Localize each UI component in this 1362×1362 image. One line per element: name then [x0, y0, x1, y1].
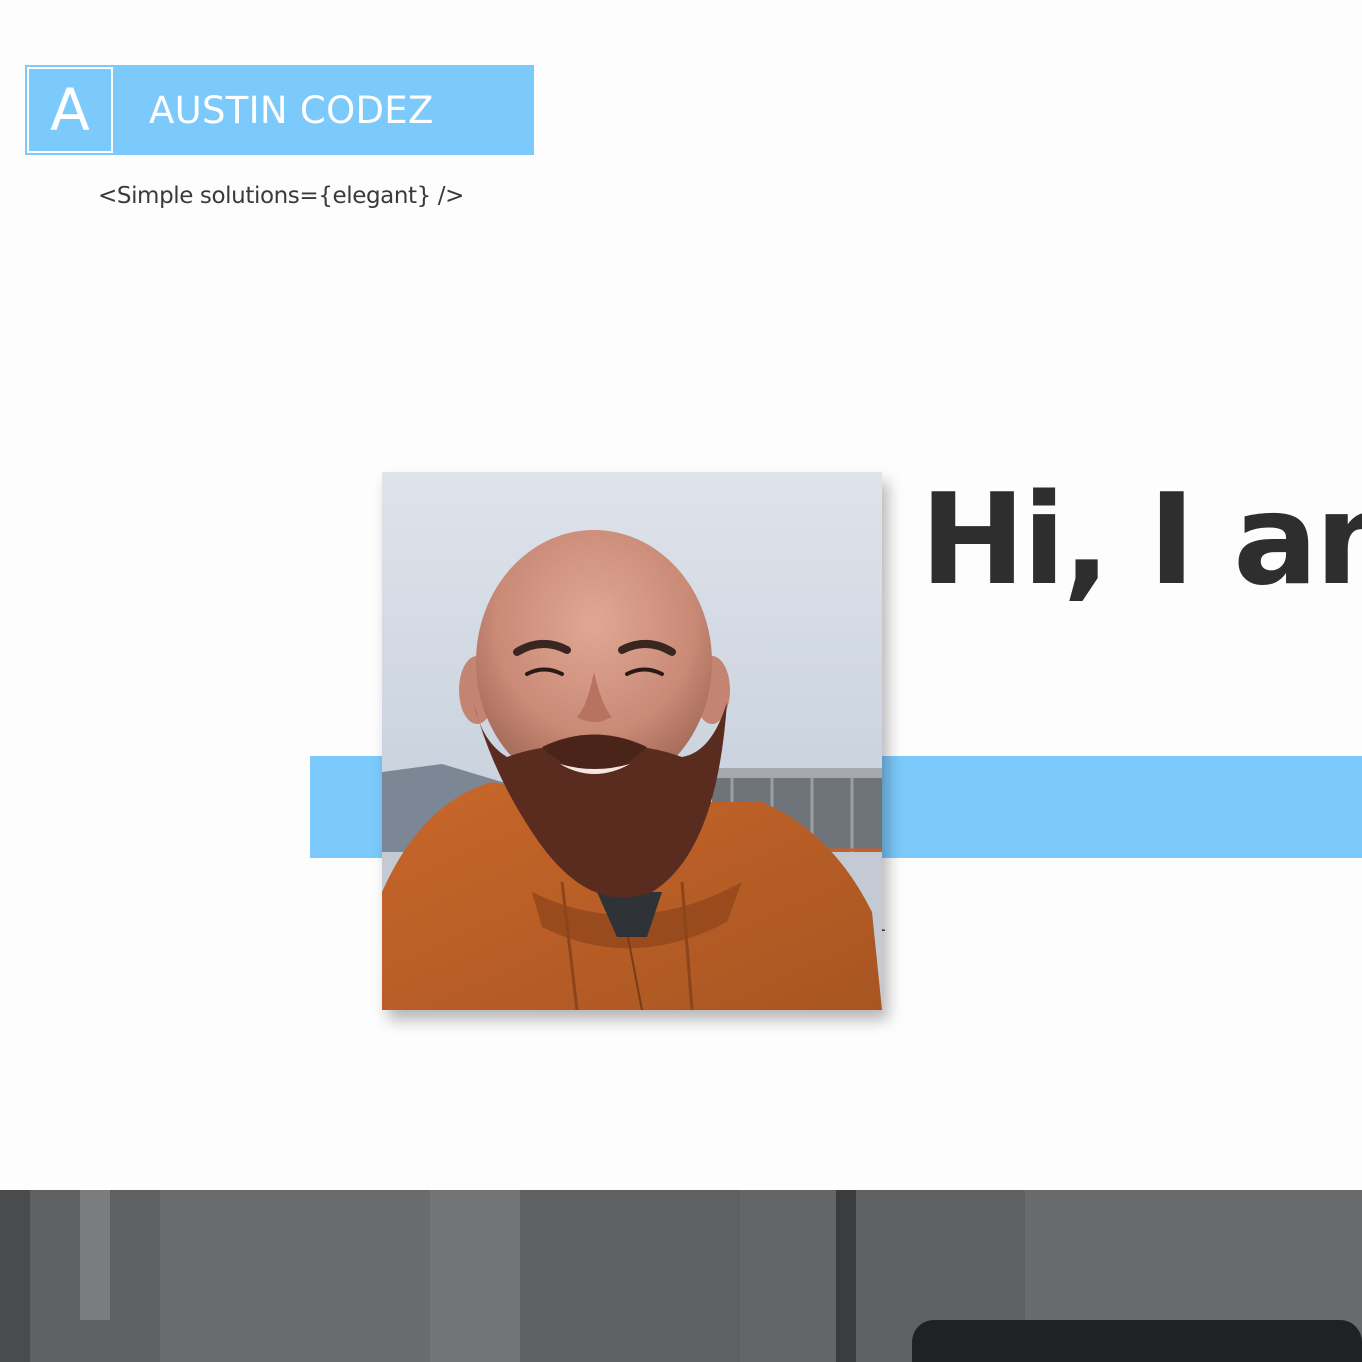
logo-mark: A: [27, 67, 113, 153]
window-frame: [80, 1190, 110, 1320]
profile-photo-illustration: [382, 472, 882, 1010]
window-frame: [0, 1190, 30, 1362]
window-frame: [430, 1190, 520, 1362]
logo-letter: A: [50, 76, 90, 144]
laptop: [912, 1320, 1362, 1362]
profile-photo: [382, 472, 882, 1010]
workspace-background: [0, 1190, 1362, 1362]
tagline: <Simple solutions={elegant} />: [98, 183, 465, 209]
lamp-pole: [836, 1190, 856, 1362]
logo-link[interactable]: A AUSTIN CODEZ: [25, 65, 534, 155]
window-frame: [740, 1190, 840, 1362]
hero-greeting: Hi, I am: [920, 466, 1362, 613]
logo-name: AUSTIN CODEZ: [149, 89, 434, 132]
window-frame: [160, 1190, 430, 1362]
page: A AUSTIN CODEZ <Simple solutions={elegan…: [0, 0, 1362, 1362]
